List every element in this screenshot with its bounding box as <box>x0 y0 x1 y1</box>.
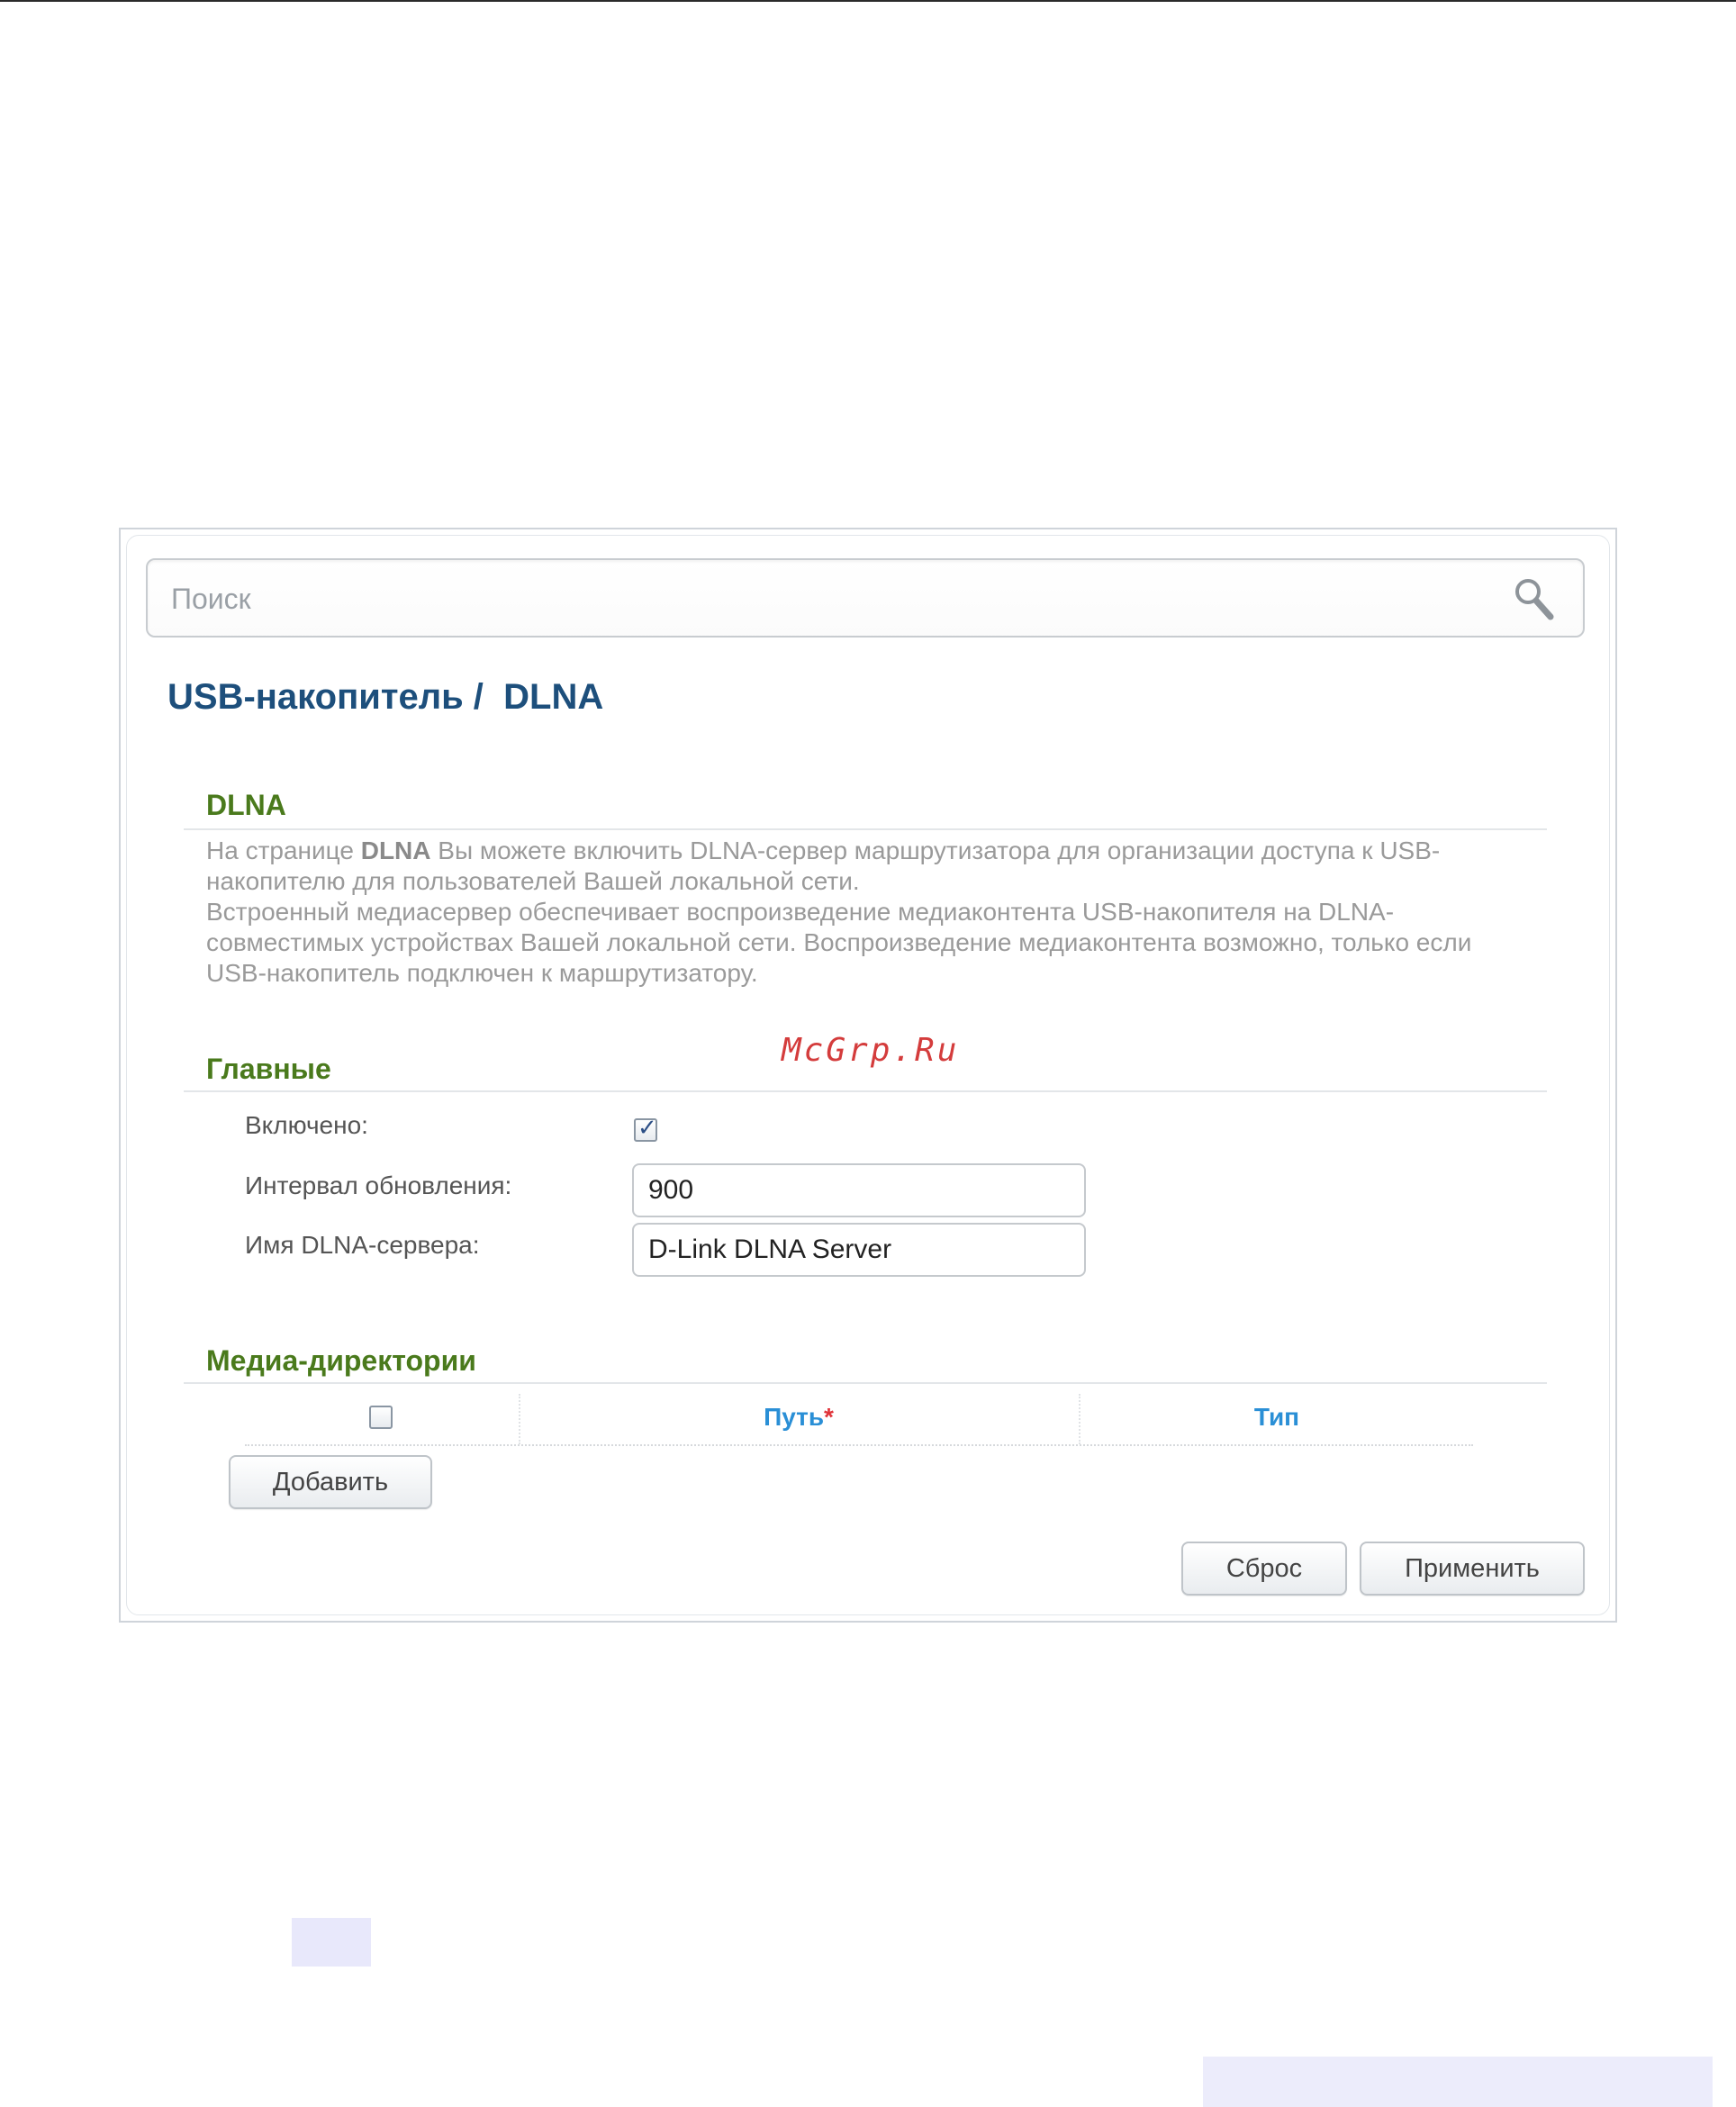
server-name-label: Имя DLNA-сервера: <box>245 1231 480 1259</box>
description: На странице DLNA Вы можете включить DLNA… <box>206 836 1530 989</box>
watermark: McGrp.Ru <box>782 1032 960 1069</box>
add-button[interactable]: Добавить <box>229 1455 432 1509</box>
description-bold: DLNA <box>360 836 431 864</box>
search-input[interactable] <box>169 560 1505 638</box>
server-name-input[interactable] <box>632 1223 1086 1277</box>
section-divider <box>184 828 1547 830</box>
page-title: USB-накопитель / DLNA <box>167 677 604 717</box>
decorative-block <box>292 1918 371 1967</box>
description-paragraph: На странице DLNA Вы можете включить DLNA… <box>206 836 1530 897</box>
interval-label: Интервал обновления: <box>245 1171 512 1199</box>
top-rule <box>0 0 1736 2</box>
interval-input[interactable] <box>632 1163 1086 1217</box>
enabled-label: Включено: <box>245 1111 368 1139</box>
search-icon[interactable] <box>1513 576 1556 621</box>
column-header-type[interactable]: Тип <box>1080 1403 1473 1432</box>
select-all-checkbox[interactable] <box>369 1406 393 1429</box>
section-title-general: Главные <box>206 1053 331 1085</box>
column-header-path[interactable]: Путь* <box>520 1403 1077 1432</box>
section-divider <box>184 1090 1547 1092</box>
apply-button[interactable]: Применить <box>1360 1542 1585 1596</box>
section-title-dlna: DLNA <box>206 789 286 821</box>
decorative-bar <box>1203 2057 1713 2107</box>
required-mark: * <box>824 1403 834 1431</box>
column-header-path-label: Путь <box>764 1403 825 1431</box>
section-divider <box>184 1382 1547 1384</box>
enabled-checkbox[interactable] <box>634 1115 657 1142</box>
description-prefix: На странице <box>206 836 361 864</box>
search-box <box>146 558 1585 638</box>
media-table-header: Путь* Тип <box>245 1394 1473 1446</box>
description-paragraph-2: Встроенный медиасервер обеспечивает восп… <box>206 898 1472 987</box>
section-title-media: Медиа-директории <box>206 1344 476 1377</box>
reset-button[interactable]: Сброс <box>1181 1542 1347 1596</box>
